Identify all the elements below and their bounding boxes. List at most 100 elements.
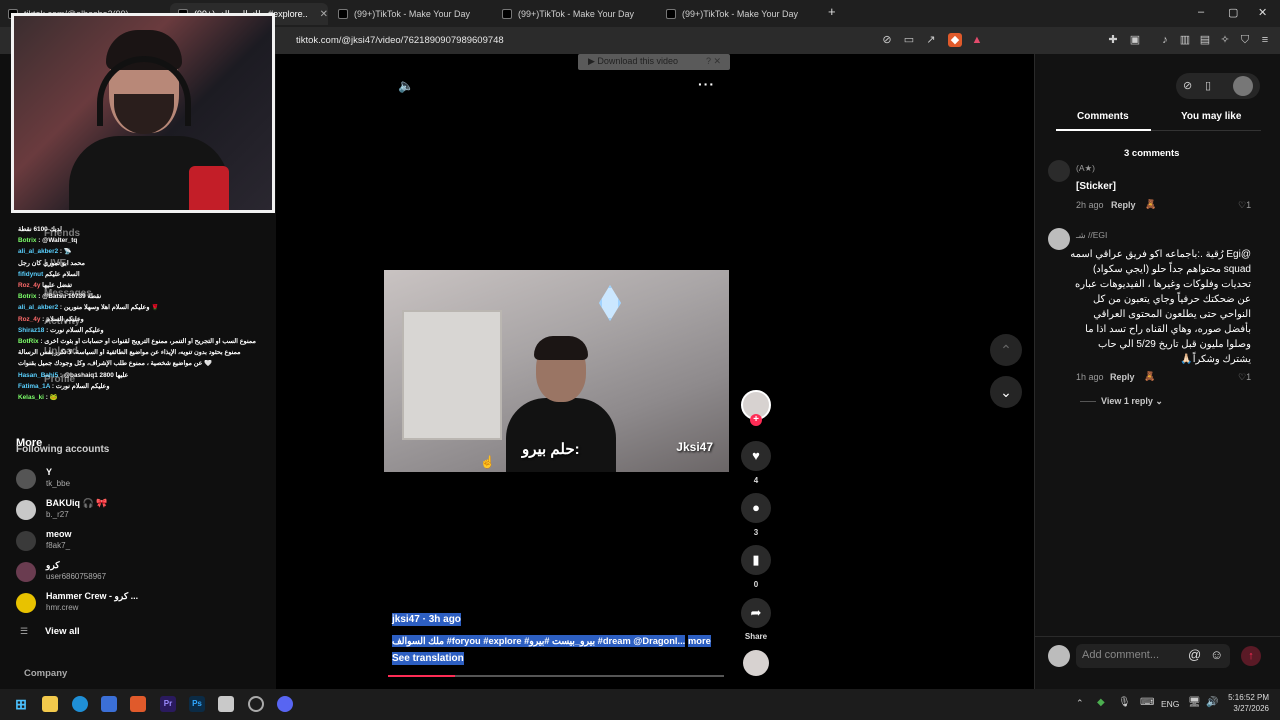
progress-track[interactable] xyxy=(388,675,724,677)
vpn-icon[interactable]: ⛉ xyxy=(1238,33,1252,47)
wallet2-icon[interactable]: ▤ xyxy=(1198,33,1212,47)
like-button[interactable]: ♥ xyxy=(741,441,771,471)
follow-plus-icon[interactable]: + xyxy=(750,414,762,426)
leo-icon[interactable]: ✧ xyxy=(1218,33,1232,47)
save-button[interactable]: ▮ xyxy=(741,545,771,575)
reply-button[interactable]: Reply xyxy=(1111,200,1136,210)
compass-icon[interactable]: ⊘ xyxy=(1183,79,1192,92)
clock-time[interactable]: 5:16:52 PM xyxy=(1225,693,1269,702)
speaker-icon[interactable]: 🔈 xyxy=(398,78,414,94)
share-button[interactable]: ➦ xyxy=(741,598,771,628)
screen-icon[interactable]: ▭ xyxy=(902,33,916,47)
windows-start-icon[interactable]: ⊞ xyxy=(13,696,29,712)
comment-button[interactable]: ● xyxy=(741,493,771,523)
comment-username[interactable]: (A★) xyxy=(1076,163,1095,174)
no-tracking-icon[interactable]: ⊘ xyxy=(880,33,894,47)
network-icon[interactable]: 🖥 xyxy=(1188,697,1201,708)
new-tab-button[interactable]: + xyxy=(828,4,836,19)
download-close[interactable]: ? ✕ xyxy=(706,56,721,67)
brave-shield-icon[interactable]: ◆ xyxy=(948,33,962,47)
sidebar-item-activity[interactable]: Activity xyxy=(44,316,80,327)
url-field[interactable]: tiktok.com/@jksi47/video/762189090798960… xyxy=(296,35,504,46)
tray-app-icon[interactable]: ◆ xyxy=(1097,697,1105,708)
sidebar-item-messages[interactable]: Messages xyxy=(44,288,92,299)
music-icon[interactable]: ♪ xyxy=(1158,33,1172,47)
view-replies-button[interactable]: View 1 reply ⌄ xyxy=(1101,396,1163,407)
volume-icon[interactable]: 🔊 xyxy=(1206,697,1218,708)
clock-date[interactable]: 3/27/2026 xyxy=(1225,704,1269,713)
following-account[interactable]: Hammer Crew - كرو ... hmr.crew xyxy=(16,591,266,617)
premiere-icon[interactable]: Pr xyxy=(160,696,176,712)
chat-text: : 🐸 xyxy=(43,394,58,401)
download-video-bar[interactable]: ▶ Download this video ? ✕ xyxy=(578,54,730,70)
commenter-avatar[interactable] xyxy=(1048,160,1070,182)
browser-tab[interactable]: (99+)TikTok - Make Your Day xyxy=(330,3,492,25)
chat-text: : وعليكم السلام نورت xyxy=(44,326,104,334)
obs-icon[interactable] xyxy=(248,696,264,712)
wallet-icon[interactable]: ▣ xyxy=(1128,33,1142,47)
extensions-icon[interactable]: ✚ xyxy=(1106,33,1120,47)
comment-username[interactable]: شـ //EGI xyxy=(1076,230,1107,241)
edge-icon[interactable] xyxy=(72,696,88,712)
sidebar-item-live[interactable]: LIVE xyxy=(44,258,66,269)
reply-button[interactable]: Reply xyxy=(1110,372,1135,382)
chat-message: ali_al_akber2 : وعليكم السلام اهلا وسهلا… xyxy=(18,304,276,311)
download-label[interactable]: ▶ Download this video xyxy=(588,56,678,67)
snipping-tool-icon[interactable] xyxy=(218,696,234,712)
following-account[interactable]: كرو user6860758967 xyxy=(16,560,266,586)
discord-icon[interactable] xyxy=(277,696,293,712)
file-explorer-icon[interactable] xyxy=(42,696,58,712)
sidebar-icon[interactable]: ▥ xyxy=(1178,33,1192,47)
caption-more[interactable]: more xyxy=(688,635,711,647)
sidebar-item-profile[interactable]: Profile xyxy=(44,374,75,385)
post-comment-button[interactable]: ↑ xyxy=(1241,646,1261,666)
video-player[interactable]: حلم بيرو: Jksi47 xyxy=(384,270,729,472)
commenter-avatar[interactable] xyxy=(1048,228,1070,250)
chat-username: fifidynut xyxy=(18,270,44,278)
avatar xyxy=(16,500,36,520)
previous-video-button[interactable]: ⌃ xyxy=(990,334,1022,366)
phone-icon[interactable]: ▯ xyxy=(1205,79,1211,92)
emoji-icon[interactable]: ☺ xyxy=(1210,647,1223,662)
language-indicator[interactable]: ENG xyxy=(1161,699,1179,709)
photoshop-icon[interactable]: Ps xyxy=(189,696,205,712)
following-account[interactable]: meow f8ak7_ xyxy=(16,529,266,555)
chat-message: ali_al_akber2 : 📡 xyxy=(18,248,276,255)
company-link[interactable]: Company xyxy=(24,668,67,679)
tab-comments[interactable]: Comments xyxy=(1077,111,1129,122)
see-translation[interactable]: See translation xyxy=(392,652,464,665)
user-avatar[interactable] xyxy=(1233,76,1253,96)
mention-icon[interactable]: @ xyxy=(1188,647,1201,662)
chevron-up-icon[interactable]: ⌃ xyxy=(1076,698,1084,709)
add-comment-input[interactable]: Add comment... @ ☺ xyxy=(1076,644,1230,668)
brave-icon[interactable] xyxy=(130,696,146,712)
browser-tab[interactable]: (99+)TikTok - Make Your Day xyxy=(494,3,656,25)
ellipsis-icon[interactable]: ··· xyxy=(698,76,715,92)
comment-text-line: بأفضل صوره، وهاي القناه راح تسد اذا ما xyxy=(1085,324,1251,335)
author-time[interactable]: jksi47 · 3h ago xyxy=(392,613,461,626)
view-all-link[interactable]: View all xyxy=(45,626,80,637)
following-account[interactable]: BAKUiq 🎧 🎀 b._r27 xyxy=(16,498,266,524)
tab-you-may-like[interactable]: You may like xyxy=(1181,111,1241,122)
keyboard-icon[interactable]: ⌨ xyxy=(1140,697,1154,708)
music-disc-avatar[interactable] xyxy=(743,650,769,676)
following-account[interactable]: Y tk_bbe xyxy=(16,467,266,493)
close-tab-icon[interactable]: ✕ xyxy=(320,9,328,20)
chat-username: ali_al_akber2 xyxy=(18,304,59,312)
caption-tags[interactable]: ملك السوالف #foryou #explore #بيرو_بيست … xyxy=(392,635,686,647)
brave-rewards-icon[interactable]: ▲ xyxy=(970,33,984,47)
sidebar-item-upload[interactable]: Upload xyxy=(44,346,78,357)
menu-icon[interactable]: ≡ xyxy=(1258,33,1272,47)
comment-like-button[interactable]: ♡1 xyxy=(1238,200,1251,211)
browser-tab[interactable]: (99+)TikTok - Make Your Day xyxy=(658,3,820,25)
store-icon[interactable] xyxy=(101,696,117,712)
share-icon[interactable]: ↗ xyxy=(924,33,938,47)
close-window-button[interactable]: ✕ xyxy=(1258,6,1267,19)
comment-like-button[interactable]: ♡1 xyxy=(1238,372,1251,383)
microphone-tray-icon[interactable]: 🎙 xyxy=(1118,697,1131,708)
minimize-button[interactable]: – xyxy=(1198,6,1204,18)
sidebar-item-friends[interactable]: Friends xyxy=(44,228,80,239)
next-video-button[interactable]: ⌄ xyxy=(990,376,1022,408)
avatar xyxy=(16,562,36,582)
maximize-button[interactable]: ▢ xyxy=(1228,6,1238,19)
